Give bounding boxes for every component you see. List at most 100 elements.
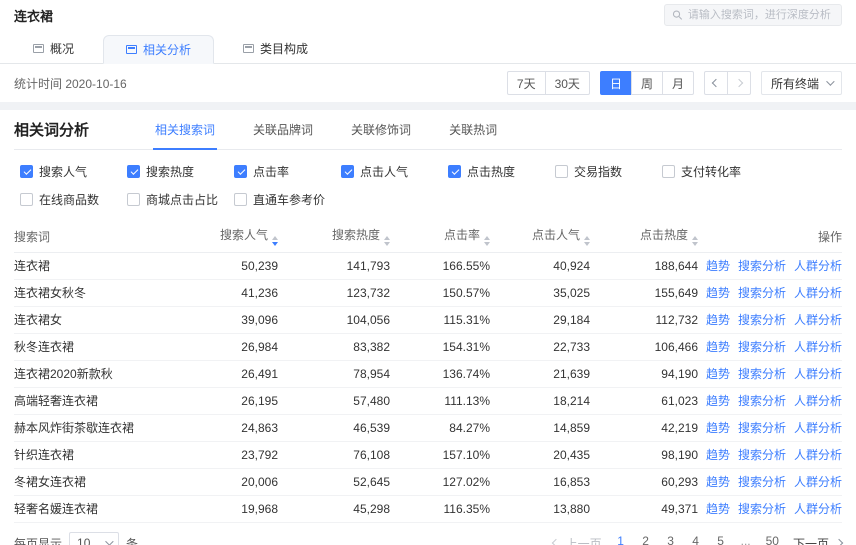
- audience-analysis-link[interactable]: 人群分析: [794, 259, 842, 273]
- metric-checkbox[interactable]: 点击人气: [341, 163, 448, 180]
- prev-page-button[interactable]: 上一页: [551, 535, 602, 545]
- next-page-button[interactable]: 下一页: [793, 535, 844, 545]
- trend-link[interactable]: 趋势: [706, 448, 730, 462]
- column-header[interactable]: 点击人气: [490, 221, 590, 253]
- chevron-right-icon: [834, 538, 844, 545]
- audience-analysis-link[interactable]: 人群分析: [794, 475, 842, 489]
- metric-checkbox[interactable]: 支付转化率: [662, 163, 769, 180]
- granularity-week-button[interactable]: 周: [630, 71, 663, 95]
- search-analysis-link[interactable]: 搜索分析: [738, 421, 786, 435]
- metric-checkbox[interactable]: 点击热度: [448, 163, 555, 180]
- sort-icon[interactable]: [272, 236, 278, 247]
- checkbox-icon: [20, 165, 33, 178]
- metric-checkbox[interactable]: 商城点击占比: [127, 191, 234, 208]
- metric-cell: 141,793: [278, 252, 390, 280]
- metric-checkbox[interactable]: 直通车参考价: [234, 191, 341, 208]
- search-analysis-link[interactable]: 搜索分析: [738, 286, 786, 300]
- tab-1[interactable]: 相关分析: [103, 35, 215, 64]
- metric-cell: 104,056: [278, 306, 390, 334]
- metric-cell: 94,190: [590, 360, 698, 388]
- tab-2[interactable]: 类目构成: [220, 34, 331, 63]
- metric-checkbox[interactable]: 在线商品数: [20, 191, 127, 208]
- search-analysis-link[interactable]: 搜索分析: [738, 394, 786, 408]
- column-header[interactable]: 搜索人气: [174, 221, 278, 253]
- section-title: 相关词分析: [14, 122, 90, 139]
- sort-icon[interactable]: [692, 236, 698, 247]
- search-input[interactable]: [687, 9, 834, 21]
- page-button[interactable]: 3: [666, 534, 676, 545]
- audience-analysis-link[interactable]: 人群分析: [794, 502, 842, 516]
- table-footer: 每页显示 10 条 上一页 1 2 3 4 5... 50 下一页: [14, 523, 844, 545]
- metric-cell: 52,645: [278, 468, 390, 496]
- trend-link[interactable]: 趋势: [706, 394, 730, 408]
- audience-analysis-link[interactable]: 人群分析: [794, 286, 842, 300]
- trend-link[interactable]: 趋势: [706, 367, 730, 381]
- metric-checkbox[interactable]: 搜索人气: [20, 163, 127, 180]
- column-header[interactable]: 点击率: [390, 221, 490, 253]
- subtab-2[interactable]: 关联修饰词: [349, 110, 413, 149]
- range-7d-button[interactable]: 7天: [506, 71, 546, 95]
- page-button[interactable]: 50: [766, 534, 779, 545]
- trend-link[interactable]: 趋势: [706, 421, 730, 435]
- audience-analysis-link[interactable]: 人群分析: [794, 367, 842, 381]
- trend-link[interactable]: 趋势: [706, 259, 730, 273]
- page-button[interactable]: 2: [641, 534, 651, 545]
- sort-icon[interactable]: [584, 236, 590, 247]
- metric-checkbox[interactable]: 交易指数: [555, 163, 662, 180]
- page-button[interactable]: 4: [691, 534, 701, 545]
- search-analysis-link[interactable]: 搜索分析: [738, 502, 786, 516]
- column-header[interactable]: 搜索热度: [278, 221, 390, 253]
- trend-link[interactable]: 趋势: [706, 313, 730, 327]
- actions-cell: 趋势 搜索分析 人群分析: [698, 306, 842, 334]
- search-analysis-link[interactable]: 搜索分析: [738, 340, 786, 354]
- trend-link[interactable]: 趋势: [706, 286, 730, 300]
- column-header-label: 搜索热度: [331, 228, 380, 243]
- tab-0[interactable]: 概况: [10, 34, 97, 63]
- subtab-3[interactable]: 关联热词: [447, 110, 499, 149]
- metric-checkbox[interactable]: 点击率: [234, 163, 341, 180]
- keyword-cell: 赫本风炸街茶歇连衣裙: [14, 414, 174, 442]
- search-box[interactable]: [664, 4, 842, 26]
- next-date-button[interactable]: [726, 71, 751, 95]
- search-analysis-link[interactable]: 搜索分析: [738, 367, 786, 381]
- checkbox-icon: [448, 165, 461, 178]
- metric-cell: 49,371: [590, 495, 698, 523]
- trend-link[interactable]: 趋势: [706, 475, 730, 489]
- audience-analysis-link[interactable]: 人群分析: [794, 448, 842, 462]
- column-header-label: 搜索人气: [219, 228, 268, 243]
- audience-analysis-link[interactable]: 人群分析: [794, 421, 842, 435]
- audience-analysis-link[interactable]: 人群分析: [794, 340, 842, 354]
- metric-cell: 84.27%: [390, 414, 490, 442]
- keyword-cell: 连衣裙2020新款秋: [14, 360, 174, 388]
- granularity-day-button[interactable]: 日: [599, 71, 632, 95]
- audience-analysis-link[interactable]: 人群分析: [794, 394, 842, 408]
- per-page-control: 每页显示 10 条: [14, 531, 138, 545]
- checkbox-label: 搜索热度: [146, 165, 195, 179]
- search-analysis-link[interactable]: 搜索分析: [738, 259, 786, 273]
- column-header[interactable]: 点击热度: [590, 221, 698, 253]
- subtab-1[interactable]: 关联品牌词: [251, 110, 315, 149]
- prev-date-button[interactable]: [703, 71, 728, 95]
- actions-cell: 趋势 搜索分析 人群分析: [698, 441, 842, 469]
- audience-analysis-link[interactable]: 人群分析: [794, 313, 842, 327]
- search-analysis-link[interactable]: 搜索分析: [738, 313, 786, 327]
- keyword-table: 搜索词 搜索人气 搜索热度 点击率 点击人气 点击热度 操作 连衣裙 50,23…: [14, 221, 842, 523]
- terminal-select[interactable]: 所有终端: [760, 71, 842, 95]
- subtab-0[interactable]: 相关搜索词: [153, 110, 218, 150]
- search-analysis-link[interactable]: 搜索分析: [738, 448, 786, 462]
- granularity-month-button[interactable]: 月: [661, 71, 694, 95]
- page-button[interactable]: 1: [616, 534, 626, 545]
- trend-link[interactable]: 趋势: [706, 340, 730, 354]
- sort-icon[interactable]: [484, 236, 490, 247]
- metric-checkbox[interactable]: 搜索热度: [127, 163, 234, 180]
- search-analysis-link[interactable]: 搜索分析: [738, 475, 786, 489]
- table-row: 针织连衣裙 23,792 76,108 157.10% 20,435 98,19…: [14, 441, 842, 469]
- sort-icon[interactable]: [384, 236, 390, 247]
- trend-link[interactable]: 趋势: [706, 502, 730, 516]
- metric-cell: 60,293: [590, 468, 698, 496]
- per-page-select[interactable]: 10: [69, 531, 120, 545]
- range-30d-button[interactable]: 30天: [544, 71, 590, 95]
- section-header: 相关词分析 相关搜索词 关联品牌词 关联修饰词 关联热词: [14, 110, 842, 150]
- page-button[interactable]: 5: [716, 534, 726, 545]
- metric-cell: 116.35%: [390, 495, 490, 523]
